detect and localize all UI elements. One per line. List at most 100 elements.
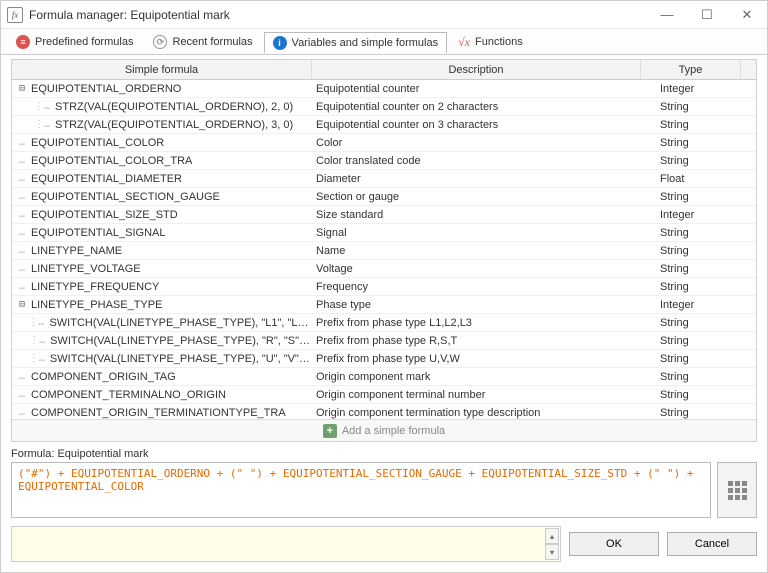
info-icon: i: [273, 36, 287, 50]
formula-desc: Signal: [312, 224, 656, 241]
formula-type: String: [656, 260, 756, 277]
tab-label: Variables and simple formulas: [292, 37, 439, 49]
formula-type: String: [656, 368, 756, 385]
formula-desc: Diameter: [312, 170, 656, 187]
table-row[interactable]: ⋮…STRZ(VAL(EQUIPOTENTIAL_ORDERNO), 3, 0)…: [12, 116, 756, 134]
tree-leaf: …: [16, 206, 28, 224]
table-row[interactable]: …EQUIPOTENTIAL_DIAMETERDiameterFloat: [12, 170, 756, 188]
cancel-button[interactable]: Cancel: [667, 532, 757, 556]
tree-leaf: …: [16, 152, 28, 170]
formula-name: STRZ(VAL(EQUIPOTENTIAL_ORDERNO), 2, 0): [52, 98, 293, 116]
table-row[interactable]: …EQUIPOTENTIAL_COLOR_TRAColor translated…: [12, 152, 756, 170]
tab-predefined[interactable]: ≡ Predefined formulas: [7, 31, 142, 52]
table-row[interactable]: …EQUIPOTENTIAL_SECTION_GAUGESection or g…: [12, 188, 756, 206]
add-simple-formula[interactable]: + Add a simple formula: [12, 419, 756, 441]
formula-name: SWITCH(VAL(LINETYPE_PHASE_TYPE), "U", "V…: [47, 350, 312, 368]
formula-label: Formula: Equipotential mark: [11, 448, 757, 460]
tree-collapse-icon[interactable]: ⊟: [16, 296, 28, 314]
formula-name: STRZ(VAL(EQUIPOTENTIAL_ORDERNO), 3, 0): [52, 116, 293, 134]
formula-type: String: [656, 116, 756, 133]
bottom-bar: ▴ ▾ OK Cancel: [11, 526, 757, 562]
table-row[interactable]: ⋮…SWITCH(VAL(LINETYPE_PHASE_TYPE), "L1",…: [12, 314, 756, 332]
formula-type: String: [656, 278, 756, 295]
formula-type: Integer: [656, 80, 756, 97]
tree-leaf: …: [16, 404, 28, 420]
close-button[interactable]: ✕: [727, 1, 767, 29]
grid-body[interactable]: ⊟EQUIPOTENTIAL_ORDERNOEquipotential coun…: [12, 80, 756, 419]
add-label: Add a simple formula: [342, 425, 445, 437]
tab-bar: ≡ Predefined formulas ⟳ Recent formulas …: [1, 29, 767, 55]
tree-connector: ⋮…: [29, 350, 47, 368]
formula-panel: Formula: Equipotential mark ("#") + EQUI…: [11, 448, 757, 518]
formula-desc: Origin component mark: [312, 368, 656, 385]
formula-desc: Equipotential counter on 3 characters: [312, 116, 656, 133]
tab-label: Predefined formulas: [35, 36, 133, 48]
formula-name: SWITCH(VAL(LINETYPE_PHASE_TYPE), "L1", "…: [46, 314, 312, 332]
tree-leaf: …: [16, 368, 28, 386]
col-type[interactable]: Type: [641, 60, 741, 79]
formula-desc: Color translated code: [312, 152, 656, 169]
tab-label: Functions: [475, 36, 523, 48]
formula-name: EQUIPOTENTIAL_COLOR: [28, 134, 164, 152]
formula-desc: Prefix from phase type U,V,W: [312, 350, 656, 367]
table-row[interactable]: …COMPONENT_TERMINALNO_ORIGINOrigin compo…: [12, 386, 756, 404]
formula-desc: Prefix from phase type L1,L2,L3: [312, 314, 656, 331]
tree-connector: ⋮…: [34, 116, 52, 134]
tree-collapse-icon[interactable]: ⊟: [16, 80, 28, 98]
message-area[interactable]: ▴ ▾: [11, 526, 561, 562]
formula-name: EQUIPOTENTIAL_SIZE_STD: [28, 206, 178, 224]
table-row[interactable]: ⋮…SWITCH(VAL(LINETYPE_PHASE_TYPE), "R", …: [12, 332, 756, 350]
spin-down[interactable]: ▾: [545, 544, 559, 560]
table-row[interactable]: ⋮…STRZ(VAL(EQUIPOTENTIAL_ORDERNO), 2, 0)…: [12, 98, 756, 116]
table-row[interactable]: ⋮…SWITCH(VAL(LINETYPE_PHASE_TYPE), "U", …: [12, 350, 756, 368]
table-row[interactable]: …EQUIPOTENTIAL_SIZE_STDSize standardInte…: [12, 206, 756, 224]
calculator-button[interactable]: [717, 462, 757, 518]
tree-leaf: …: [16, 224, 28, 242]
formula-type: String: [656, 386, 756, 403]
formula-desc: Name: [312, 242, 656, 259]
formula-desc: Equipotential counter: [312, 80, 656, 97]
table-row[interactable]: …COMPONENT_ORIGIN_TERMINATIONTYPE_TRAOri…: [12, 404, 756, 419]
tab-functions[interactable]: √x Functions: [449, 31, 532, 53]
formula-name: LINETYPE_FREQUENCY: [28, 278, 159, 296]
formula-name: EQUIPOTENTIAL_ORDERNO: [28, 80, 181, 98]
formula-name: EQUIPOTENTIAL_SIGNAL: [28, 224, 165, 242]
spin-up[interactable]: ▴: [545, 528, 559, 544]
app-icon: fx: [7, 7, 23, 23]
table-row[interactable]: …EQUIPOTENTIAL_SIGNALSignalString: [12, 224, 756, 242]
formula-type: String: [656, 188, 756, 205]
tree-leaf: …: [16, 134, 28, 152]
formula-name: EQUIPOTENTIAL_SECTION_GAUGE: [28, 188, 220, 206]
formula-type: Integer: [656, 206, 756, 223]
tree-connector: ⋮…: [34, 98, 52, 116]
formula-desc: Origin component terminal number: [312, 386, 656, 403]
sqrt-icon: √x: [458, 35, 470, 50]
table-row[interactable]: …LINETYPE_NAMENameString: [12, 242, 756, 260]
table-row[interactable]: …EQUIPOTENTIAL_COLORColorString: [12, 134, 756, 152]
formula-input[interactable]: ("#") + EQUIPOTENTIAL_ORDERNO + (" ") + …: [11, 462, 711, 518]
ok-button[interactable]: OK: [569, 532, 659, 556]
col-description[interactable]: Description: [312, 60, 641, 79]
table-row[interactable]: …LINETYPE_VOLTAGEVoltageString: [12, 260, 756, 278]
table-row[interactable]: ⊟LINETYPE_PHASE_TYPEPhase typeInteger: [12, 296, 756, 314]
clock-icon: ⟳: [153, 35, 167, 49]
window-title: Formula manager: Equipotential mark: [29, 8, 647, 22]
tab-label: Recent formulas: [172, 36, 252, 48]
maximize-button[interactable]: ☐: [687, 1, 727, 29]
tree-connector: ⋮…: [29, 332, 47, 350]
formula-type: String: [656, 314, 756, 331]
minimize-button[interactable]: ―: [647, 1, 687, 29]
tab-variables[interactable]: i Variables and simple formulas: [264, 32, 448, 53]
tree-leaf: …: [16, 278, 28, 296]
col-simple-formula[interactable]: Simple formula: [12, 60, 312, 79]
table-row[interactable]: …COMPONENT_ORIGIN_TAGOrigin component ma…: [12, 368, 756, 386]
tree-leaf: …: [16, 242, 28, 260]
formula-desc: Prefix from phase type R,S,T: [312, 332, 656, 349]
formula-type: String: [656, 98, 756, 115]
table-row[interactable]: ⊟EQUIPOTENTIAL_ORDERNO Equipotential coun…: [12, 80, 756, 98]
tree-leaf: …: [16, 386, 28, 404]
titlebar: fx Formula manager: Equipotential mark ―…: [1, 1, 767, 29]
formula-type: String: [656, 350, 756, 367]
tab-recent[interactable]: ⟳ Recent formulas: [144, 31, 261, 52]
table-row[interactable]: …LINETYPE_FREQUENCYFrequencyString: [12, 278, 756, 296]
